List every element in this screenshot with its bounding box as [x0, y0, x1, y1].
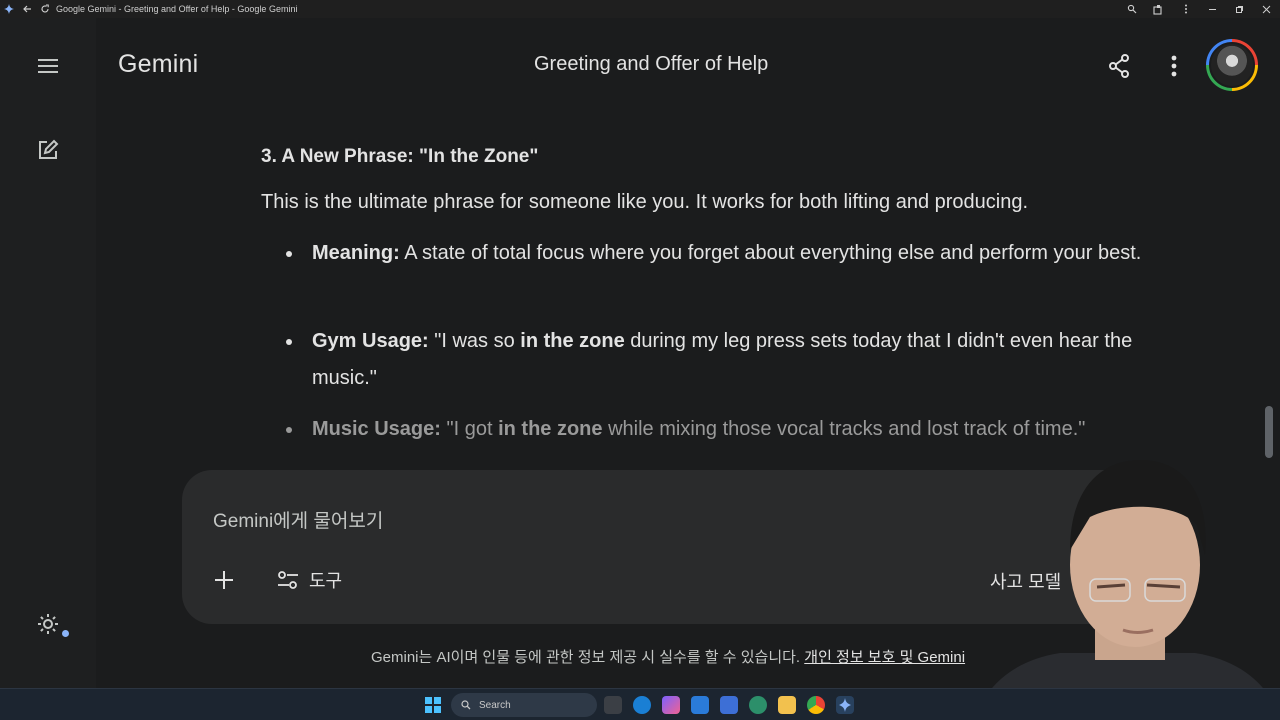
bullet-label: Meaning:: [312, 242, 400, 264]
plus-icon: [215, 571, 233, 589]
prompt-input[interactable]: Gemini에게 물어보기: [213, 506, 383, 533]
list-item: Music Usage: "I got in the zone while mi…: [286, 411, 1192, 448]
reload-icon[interactable]: [36, 0, 54, 18]
notification-dot: [62, 630, 69, 637]
bullet-text: while mixing those vocal tracks and lost…: [602, 418, 1086, 440]
more-options-button[interactable]: [1162, 51, 1186, 81]
zoom-icon[interactable]: [1118, 0, 1145, 18]
tune-icon: [278, 571, 298, 589]
task-view-icon[interactable]: [604, 696, 622, 714]
bullet-text: "I got: [440, 418, 499, 440]
gear-icon: [38, 614, 58, 634]
tools-label: 도구: [309, 571, 343, 591]
chrome-icon[interactable]: [807, 696, 825, 714]
scrollbar-thumb[interactable]: [1265, 406, 1273, 458]
sidebar: [0, 18, 96, 688]
conversation-title: Greeting and Offer of Help: [534, 53, 769, 75]
privacy-link[interactable]: 개인 정보 보호 및 Gemini: [804, 649, 965, 666]
gemini-app-icon[interactable]: [836, 696, 854, 714]
browser-titlebar: Google Gemini - Greeting and Offer of He…: [0, 0, 1280, 18]
notepad-icon[interactable]: [720, 696, 738, 714]
taskbar-search[interactable]: Search: [451, 693, 597, 717]
file-explorer-icon[interactable]: [778, 696, 796, 714]
main-menu-button[interactable]: [24, 42, 72, 90]
taskbar-search-label: Search: [479, 699, 511, 711]
windows-start-icon[interactable]: [425, 697, 441, 713]
disclaimer-body: Gemini는 AI이며 인물 등에 관한 정보 제공 시 실수를 할 수 있습…: [371, 649, 805, 666]
bullet-label: Gym Usage:: [312, 330, 429, 352]
list-item: Gym Usage: "I was so in the zone during …: [286, 323, 1192, 397]
gemini-sparkle-icon: [0, 0, 18, 18]
bullet-emphasis: in the zone: [498, 418, 603, 440]
user-avatar[interactable]: [1206, 39, 1258, 91]
back-arrow-icon[interactable]: [18, 0, 36, 18]
list-item: Meaning: A state of total focus where yo…: [286, 235, 1192, 272]
hamburger-icon: [38, 59, 58, 73]
windows-taskbar: Search: [0, 688, 1280, 720]
bullet-text: A state of total focus where you forget …: [399, 242, 1142, 264]
new-chat-button[interactable]: [24, 126, 72, 174]
share-icon: [1109, 54, 1129, 78]
bullet-emphasis: in the zone: [520, 330, 625, 352]
minimize-icon[interactable]: [1199, 0, 1226, 18]
section-heading: 3. A New Phrase: "In the Zone": [261, 146, 539, 167]
app-icon[interactable]: [749, 696, 767, 714]
copilot-icon[interactable]: [662, 696, 680, 714]
search-icon: [461, 700, 471, 710]
edit-icon: [39, 139, 59, 159]
webcam-overlay: [975, 455, 1280, 720]
settings-button[interactable]: [24, 600, 72, 648]
browser-menu-icon[interactable]: [1172, 0, 1199, 18]
bullet-label: Music Usage:: [312, 418, 441, 440]
intro-paragraph: This is the ultimate phrase for someone …: [261, 191, 1029, 213]
add-file-button[interactable]: [210, 566, 238, 594]
edge-icon[interactable]: [633, 696, 651, 714]
gemini-logo-text[interactable]: Gemini: [118, 50, 198, 79]
restore-icon[interactable]: [1226, 0, 1253, 18]
bullet-text: "I was so: [428, 330, 521, 352]
close-window-icon[interactable]: [1253, 0, 1280, 18]
extensions-icon[interactable]: [1145, 0, 1172, 18]
share-button[interactable]: [1104, 51, 1134, 81]
window-title: Google Gemini - Greeting and Offer of He…: [56, 4, 298, 14]
disclaimer-text: Gemini는 AI이며 인물 등에 관한 정보 제공 시 실수를 할 수 있습…: [371, 646, 965, 667]
more-vert-icon: [1171, 55, 1177, 77]
tools-button[interactable]: 도구: [277, 566, 342, 594]
store-icon[interactable]: [691, 696, 709, 714]
